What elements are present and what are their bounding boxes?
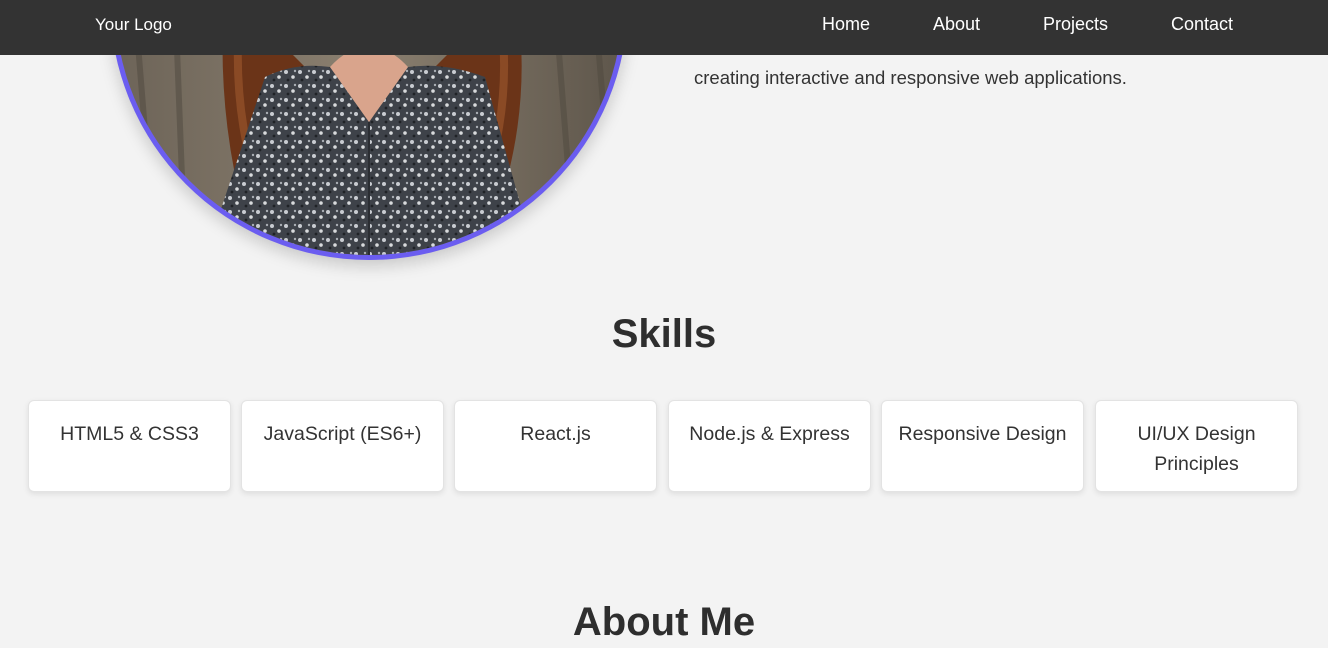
top-navbar: Your Logo Home About Projects Contact xyxy=(0,0,1328,55)
nav-contact-link[interactable]: Contact xyxy=(1171,14,1233,35)
nav-home-link[interactable]: Home xyxy=(822,14,870,35)
portfolio-page: creating interactive and responsive web … xyxy=(0,0,1328,648)
skills-heading: Skills xyxy=(611,312,717,356)
nav-about-link[interactable]: About xyxy=(933,14,980,35)
site-logo[interactable]: Your Logo xyxy=(95,15,172,35)
skill-card: Node.js & Express xyxy=(668,400,871,492)
nav-projects-link[interactable]: Projects xyxy=(1043,14,1108,35)
intro-text: creating interactive and responsive web … xyxy=(694,67,1127,88)
skill-card: UI/UX Design Principles xyxy=(1095,400,1298,492)
skill-card: JavaScript (ES6+) xyxy=(241,400,444,492)
skills-list: HTML5 & CSS3 JavaScript (ES6+) React.js … xyxy=(28,400,1300,494)
skill-card: Responsive Design xyxy=(881,400,1084,492)
skill-card: React.js xyxy=(454,400,657,492)
skill-card: HTML5 & CSS3 xyxy=(28,400,231,492)
about-heading: About Me xyxy=(572,600,756,644)
